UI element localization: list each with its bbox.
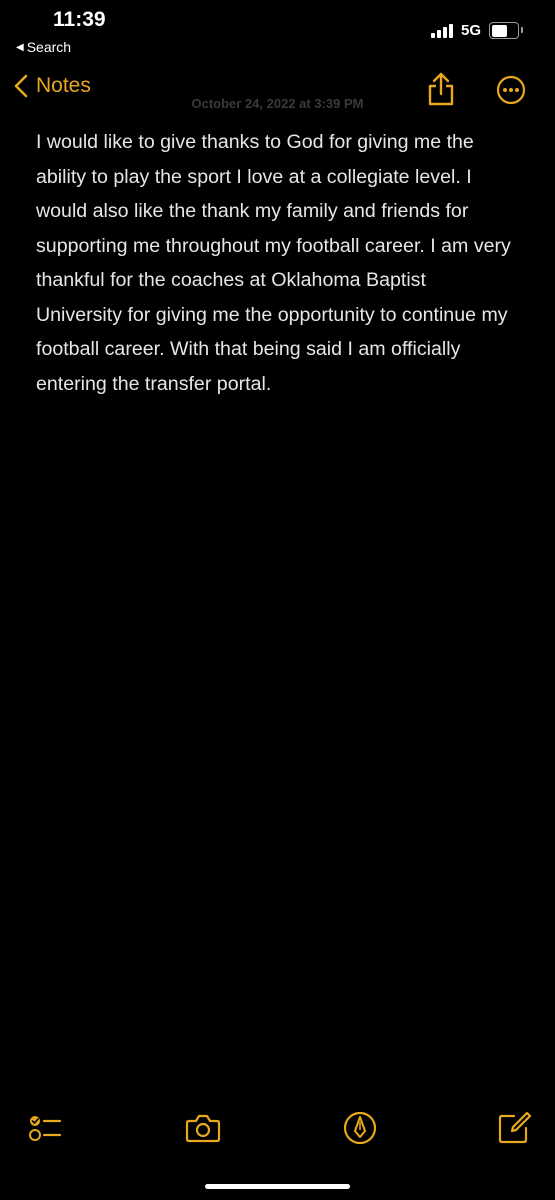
network-type: 5G (460, 22, 481, 39)
checklist-icon (29, 1116, 62, 1141)
ellipsis-circle-icon (496, 75, 526, 105)
checklist-button[interactable] (26, 1110, 62, 1146)
markup-pen-icon (343, 1111, 377, 1145)
status-indicators: 5G (430, 22, 523, 39)
cellular-signal-icon (430, 23, 453, 38)
share-button[interactable] (424, 70, 458, 108)
back-app-label: Search (26, 39, 72, 55)
chevron-left-icon (14, 74, 28, 98)
more-options-button[interactable] (496, 75, 526, 105)
home-indicator[interactable] (205, 1184, 350, 1189)
status-time: 11:39 (53, 8, 106, 31)
note-date: October 24, 2022 at 3:39 PM (191, 96, 364, 111)
camera-button[interactable] (185, 1110, 221, 1146)
compose-icon (498, 1111, 532, 1144)
camera-icon (185, 1114, 221, 1143)
battery-icon (489, 22, 523, 39)
share-icon (428, 72, 454, 106)
back-to-notes-button[interactable]: Notes (14, 74, 91, 98)
compose-button[interactable] (497, 1110, 533, 1146)
back-triangle-icon: ◀ (16, 41, 24, 53)
note-body-text[interactable]: I would like to give thanks to God for g… (36, 125, 516, 401)
markup-button[interactable] (342, 1110, 378, 1146)
back-to-app-button[interactable]: ◀ Search (16, 39, 71, 55)
back-label: Notes (36, 74, 91, 97)
